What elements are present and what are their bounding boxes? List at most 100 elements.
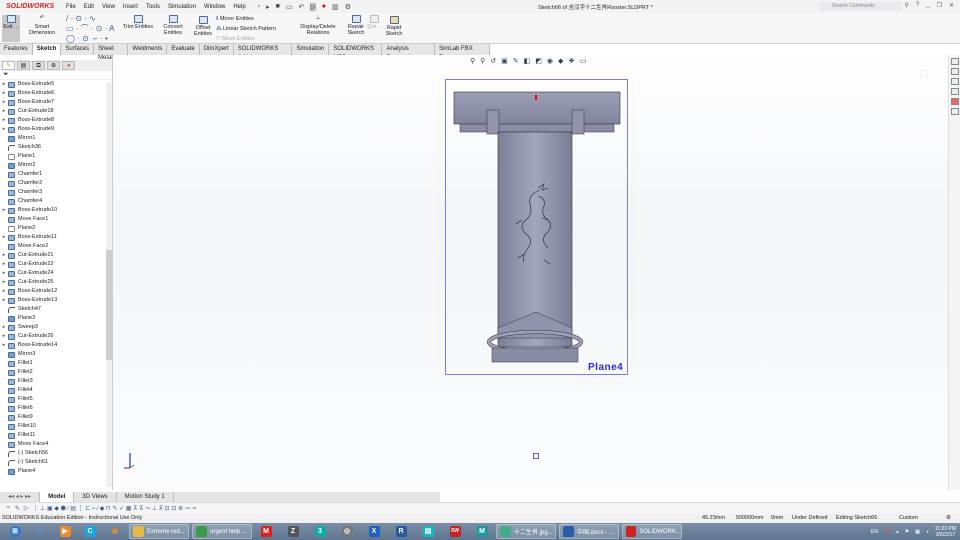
quick-snaps-button[interactable]: Qui... <box>367 15 381 30</box>
rapid-sketch-button[interactable]: Rapid Sketch <box>385 16 403 37</box>
tab-sketch[interactable]: Sketch <box>32 44 62 55</box>
open-icon[interactable]: ▸ <box>266 3 270 11</box>
tree-item[interactable]: ▸ Boss-Extrude6 <box>0 89 112 98</box>
tree-item[interactable]: ▸ Cut-Extrude22 <box>0 260 112 269</box>
exit-sketch-button[interactable]: Exit ... <box>2 15 20 42</box>
c-app-icon[interactable]: C <box>79 524 101 539</box>
expand-arrow-icon[interactable]: ▸ <box>0 80 8 89</box>
help-icon[interactable]: ? <box>916 2 919 9</box>
restore-button[interactable]: ❐ <box>937 2 942 9</box>
tree-item[interactable]: Move Face2 <box>0 242 112 251</box>
expand-arrow-icon[interactable]: ▸ <box>0 278 8 287</box>
menu-edit[interactable]: Edit <box>80 4 98 10</box>
taskbar-window-button[interactable]: urgent help ... <box>192 524 252 539</box>
language-indicator[interactable]: EN <box>871 529 878 535</box>
tree-item[interactable]: Mirror1 <box>0 134 112 143</box>
search-icon[interactable]: ⚲ <box>904 2 908 9</box>
tree-item[interactable]: Fillet11 <box>0 431 112 440</box>
tree-item[interactable]: ▸ Boss-Extrude8 <box>0 116 112 125</box>
tree-item[interactable]: ▸ Cut-Extrude25 <box>0 278 112 287</box>
units-selector[interactable]: Custom <box>899 514 918 523</box>
tree-item[interactable]: (-) Sketch56 <box>0 449 112 458</box>
smart-dimension-button[interactable]: ↶ Smart Dimension <box>22 15 62 36</box>
tree-item[interactable]: Move Face4 <box>0 440 112 449</box>
tree-scrollbar-thumb[interactable] <box>106 250 112 360</box>
volume-icon[interactable]: ◖ <box>926 529 929 535</box>
tree-item[interactable]: Move Face1 <box>0 215 112 224</box>
expand-arrow-icon[interactable]: ▸ <box>0 206 8 215</box>
tab-scroll-arrows[interactable]: ◂◂ ◂ ▸ ▸▸ <box>0 492 41 502</box>
tab-weldments[interactable]: Weldments <box>128 44 168 55</box>
tree-item[interactable]: (-) Sketch61 <box>0 458 112 467</box>
taskbar-app-icon[interactable]: M <box>471 524 493 539</box>
menu-window[interactable]: Window <box>200 4 229 10</box>
property-manager-tab-icon[interactable]: ▤ <box>17 61 30 70</box>
select-icon[interactable]: ▷ <box>310 2 316 11</box>
tree-item[interactable]: ▸ Sweep3 <box>0 323 112 332</box>
close-button[interactable]: ✕ <box>949 2 954 9</box>
menu-tools[interactable]: Tools <box>142 4 164 10</box>
menu-help[interactable]: Help <box>229 4 249 10</box>
menu-insert[interactable]: Insert <box>119 4 142 10</box>
configuration-manager-tab-icon[interactable]: ⧉ <box>32 61 45 70</box>
tree-item[interactable]: Fillet3 <box>0 377 112 386</box>
expand-arrow-icon[interactable]: ▸ <box>0 233 8 242</box>
expand-arrow-icon[interactable]: ▸ <box>0 341 8 350</box>
offset-entities-button[interactable]: Offset Entities <box>193 16 213 37</box>
print-icon[interactable]: ▭ <box>286 3 293 11</box>
tree-item[interactable]: ▸ Boss-Extrude10 <box>0 206 112 215</box>
tree-item[interactable]: Plane1 <box>0 152 112 161</box>
mirror-entities-button[interactable]: ⫴ Mirror Entities <box>216 16 254 23</box>
taskbar-window-button[interactable]: 中国.docx - ... <box>559 524 619 539</box>
expand-arrow-icon[interactable]: ▸ <box>0 125 8 134</box>
tree-item[interactable]: Sketch47 <box>0 305 112 314</box>
tool-icon[interactable]: ✎ <box>15 505 20 512</box>
tree-item[interactable]: ▸ Cut-Extrude18 <box>0 107 112 116</box>
expand-arrow-icon[interactable]: ▸ <box>0 116 8 125</box>
undo-icon[interactable]: ↶ <box>299 3 305 11</box>
taskbar-app-icon[interactable]: ◎ <box>336 524 358 539</box>
tab-solidworks-mbd[interactable]: SOLIDWORKS MBD <box>329 44 383 61</box>
tree-item[interactable]: Chamfer2 <box>0 179 112 188</box>
tree-item[interactable]: Fillet5 <box>0 395 112 404</box>
flag-icon[interactable]: ⚑ <box>905 529 909 535</box>
menu-simulation[interactable]: Simulation <box>164 4 200 10</box>
display-style-icon[interactable]: ◩ <box>535 57 542 65</box>
taskbar-app-icon[interactable]: M <box>255 524 277 539</box>
tree-item[interactable]: Mirror2 <box>0 161 112 170</box>
new-icon[interactable]: ▫ <box>258 3 260 11</box>
menu-view[interactable]: View <box>98 4 119 10</box>
tree-item[interactable]: ▸ Boss-Extrude5 <box>0 80 112 89</box>
tree-item[interactable]: Mirror3 <box>0 350 112 359</box>
view-cube-icon[interactable]: ⬚ <box>920 68 929 79</box>
trim-entities-button[interactable]: Trim Entities <box>122 15 154 30</box>
menu-file[interactable]: File <box>62 4 80 10</box>
taskbar-app-icon[interactable]: X <box>363 524 385 539</box>
expand-arrow-icon[interactable]: ▸ <box>0 287 8 296</box>
design-library-icon[interactable] <box>951 68 959 75</box>
repair-sketch-button[interactable]: Repair Sketch <box>347 15 365 36</box>
tab-dimxpert[interactable]: DimXpert <box>200 44 234 55</box>
sketch-entities-grid[interactable]: / · ⊙ · ∿ ▭ · ⌒ · ⊙ · A ◯ · ⊙ ⌐ · • <box>66 14 118 44</box>
tree-item[interactable]: ▸ Boss-Extrude7 <box>0 98 112 107</box>
custom-properties-icon[interactable] <box>951 108 959 115</box>
tree-item[interactable]: ▸ Cut-Extrude26 <box>0 332 112 341</box>
tab-surfaces[interactable]: Surfaces <box>61 44 95 55</box>
tree-item[interactable]: ▸ Boss-Extrude11 <box>0 233 112 242</box>
view-palette-icon[interactable] <box>951 88 959 95</box>
select-icon[interactable]: ▷ <box>24 505 29 512</box>
status-gear-icon[interactable]: ⚙ <box>946 514 951 523</box>
tree-item[interactable]: ▸ Boss-Extrude14 <box>0 341 112 350</box>
tree-item[interactable]: Fillet6 <box>0 404 112 413</box>
tree-item[interactable]: Chamfer4 <box>0 197 112 206</box>
plane-boundary[interactable] <box>445 79 628 375</box>
blender-icon[interactable]: ◉ <box>104 524 126 539</box>
expand-arrow-icon[interactable]: ▸ <box>0 98 8 107</box>
clock[interactable]: 11:23 PM 3/6/2017 <box>935 526 956 538</box>
taskbar-app-icon[interactable]: Z <box>282 524 304 539</box>
tab-solidworks-add-ins[interactable]: SOLIDWORKS Add-Ins <box>234 44 293 61</box>
start-button[interactable]: ⊞ <box>4 524 26 539</box>
tree-item[interactable]: ▸ Boss-Extrude12 <box>0 287 112 296</box>
edit-appearance-icon[interactable]: ◆ <box>558 57 563 65</box>
search-commands-input[interactable]: Search Commands <box>820 2 902 11</box>
